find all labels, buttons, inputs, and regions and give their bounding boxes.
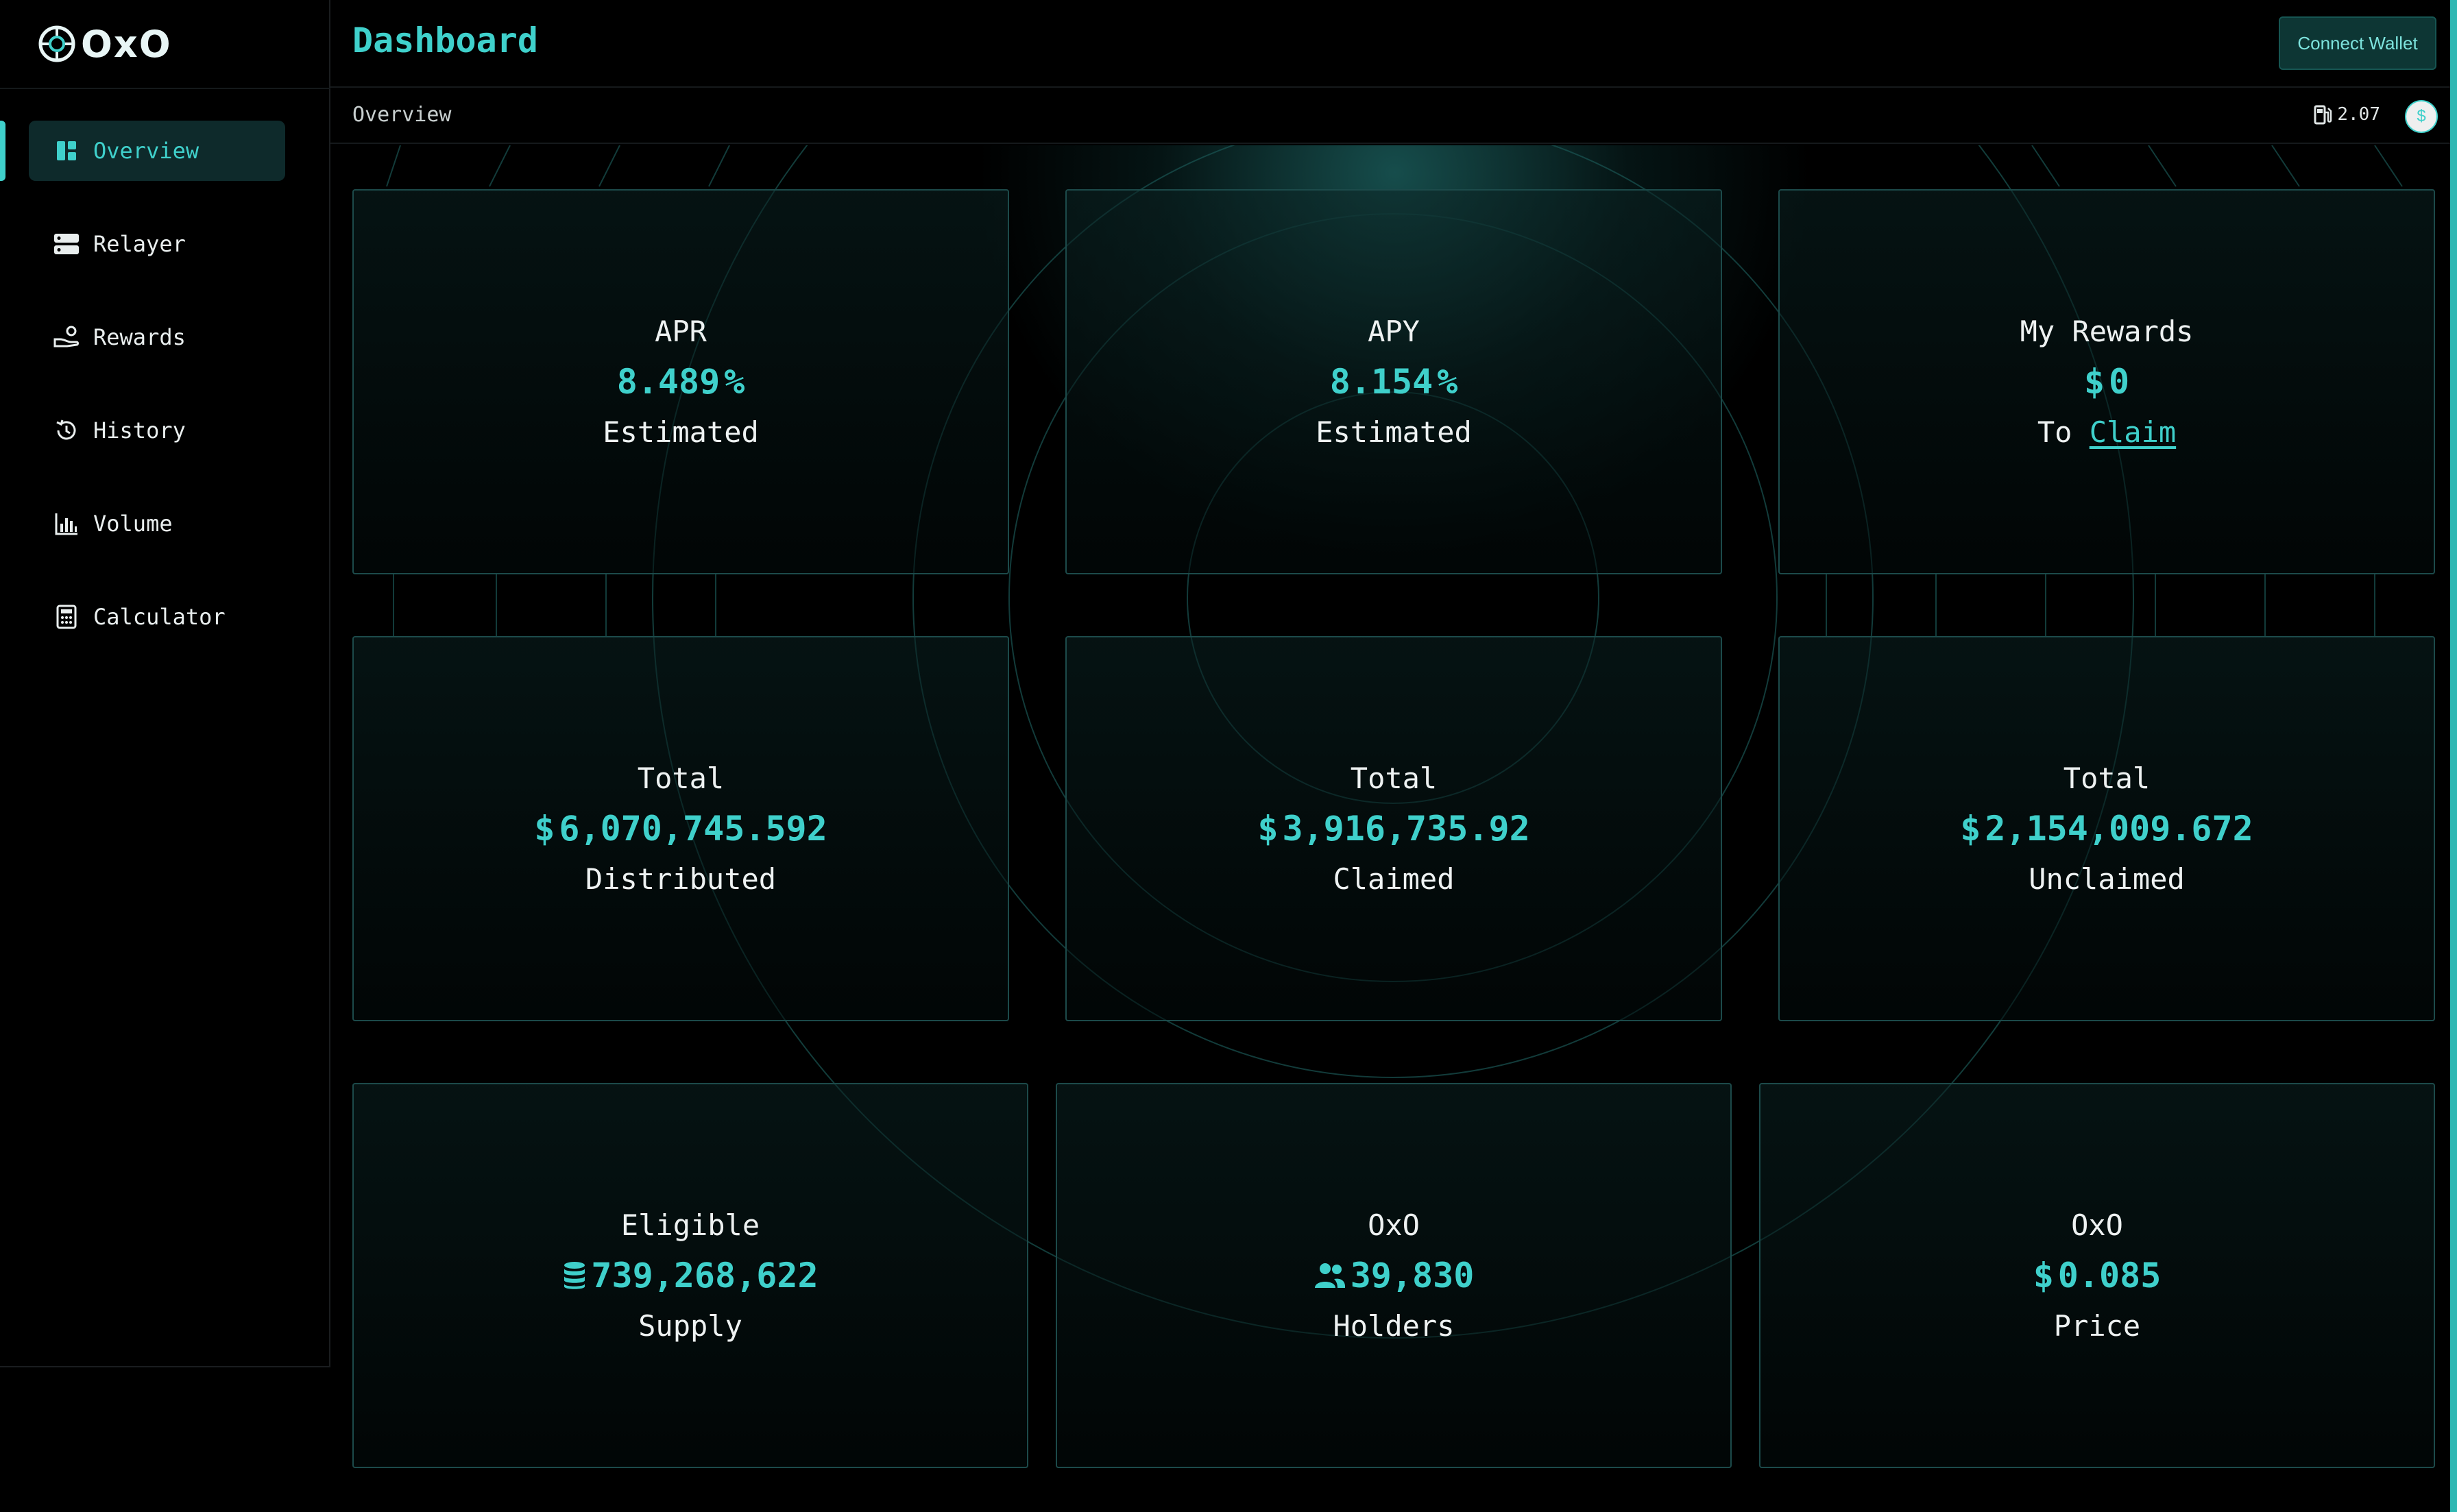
scrollbar[interactable] (2450, 0, 2457, 1512)
sidebar-item-relayer[interactable]: Relayer (0, 214, 330, 274)
card-value: $3,916,735.92 (1257, 809, 1529, 849)
price-card: OxO $0.085 Price (1759, 1083, 2435, 1468)
app-logo[interactable]: OxO (37, 22, 172, 66)
card-value: $6,070,745.592 (534, 809, 827, 849)
sidebar-item-volume[interactable]: Volume (0, 493, 330, 554)
sidebar-item-calculator[interactable]: Calculator (0, 587, 330, 647)
card-title: Total (637, 761, 725, 795)
bar-chart-icon (53, 511, 80, 537)
card-caption: Holders (1333, 1309, 1455, 1343)
sidebar-item-label: History (93, 417, 186, 443)
apy-card: APY 8.154% Estimated (1065, 189, 1722, 574)
value-number: 739,268,622 (591, 1256, 819, 1295)
my-rewards-card: My Rewards $0 To Claim (1778, 189, 2435, 574)
card-value: $0 (2084, 362, 2129, 402)
total-unclaimed-card: Total $2,154,009.672 Unclaimed (1778, 636, 2435, 1021)
card-title: Total (2063, 761, 2151, 795)
brain-gear-icon (37, 24, 77, 64)
connect-wallet-button[interactable]: Connect Wallet (2279, 16, 2436, 70)
page-title: Dashboard (352, 21, 538, 60)
card-value: $0.085 (2033, 1256, 2162, 1295)
sidebar-item-label: Rewards (93, 324, 186, 350)
gas-value: 2.07 (2337, 104, 2380, 125)
active-indicator (0, 121, 5, 181)
card-value: 39,830 (1314, 1256, 1475, 1295)
card-caption: Estimated (603, 415, 759, 449)
card-title: APY (1368, 315, 1420, 348)
card-caption: Supply (638, 1309, 742, 1343)
total-distributed-card: Total $6,070,745.592 Distributed (352, 636, 1009, 1021)
value-prefix: $ (534, 809, 555, 849)
server-icon (53, 231, 80, 257)
value-number: 0.085 (2057, 1256, 2162, 1295)
card-value: 739,268,622 (562, 1256, 819, 1295)
fuel-pump-icon (2314, 104, 2333, 125)
value-number: 6,070,745.592 (559, 809, 827, 849)
value-prefix: $ (1257, 809, 1279, 849)
sidebar-item-rewards[interactable]: Rewards (0, 307, 330, 367)
eligible-supply-card: Eligible 739,268,622 Supply (352, 1083, 1028, 1468)
value-prefix: $ (2033, 1256, 2054, 1295)
sidebar-item-label: Volume (93, 511, 173, 537)
value-number: 8.489 (616, 362, 721, 402)
card-title: OxO (1368, 1208, 1420, 1242)
apr-card: APR 8.489% Estimated (352, 189, 1009, 574)
card-value: 8.489% (617, 362, 745, 402)
card-caption: Estimated (1316, 415, 1472, 449)
value-number: 8.154 (1329, 362, 1433, 402)
sidebar-item-label: Relayer (93, 231, 186, 257)
holders-card: OxO 39,830 Holders (1056, 1083, 1732, 1468)
dashboard-icon (53, 138, 80, 164)
value-prefix: $ (2083, 362, 2105, 402)
breadcrumb: Overview (352, 103, 452, 127)
card-title: OxO (2071, 1208, 2123, 1242)
coin-stack-icon (562, 1260, 587, 1291)
card-title: Eligible (620, 1208, 760, 1242)
currency-toggle-button[interactable]: $ (2405, 100, 2438, 133)
card-caption: Distributed (585, 862, 777, 896)
claim-link[interactable]: Claim (2090, 415, 2176, 449)
value-suffix: % (1437, 362, 1458, 402)
card-title: Total (1350, 761, 1438, 795)
value-number: 39,830 (1350, 1256, 1475, 1295)
sub-header: Overview 2.07 $ (330, 89, 2457, 144)
sidebar-divider (0, 88, 330, 89)
card-caption: Unclaimed (2029, 862, 2185, 896)
card-caption: Price (2053, 1309, 2141, 1343)
value-number: 2,154,009.672 (1985, 809, 2253, 849)
card-title: My Rewards (2020, 315, 2194, 348)
sidebar-item-overview[interactable]: Overview (0, 121, 330, 181)
value-number: 3,916,735.92 (1282, 809, 1530, 849)
users-icon (1314, 1262, 1346, 1289)
value-number: 0 (2109, 362, 2130, 402)
sidebar-item-label: Calculator (93, 604, 226, 630)
card-caption: Claimed (1333, 862, 1455, 896)
sidebar-nav: Overview Relayer Rewards History Volume (0, 121, 330, 680)
card-caption: To Claim (2037, 415, 2176, 449)
card-value: 8.154% (1330, 362, 1458, 402)
caption-prefix: To (2037, 415, 2072, 449)
sidebar-item-history[interactable]: History (0, 400, 330, 461)
top-header: Dashboard Connect Wallet (330, 0, 2457, 88)
value-suffix: % (724, 362, 745, 402)
calculator-icon (53, 604, 80, 630)
hand-coin-icon (53, 324, 80, 350)
logo-text: OxO (81, 22, 172, 66)
sidebar-item-label: Overview (93, 138, 199, 164)
card-value: $2,154,009.672 (1960, 809, 2253, 849)
total-claimed-card: Total $3,916,735.92 Claimed (1065, 636, 1722, 1021)
dashboard-main: APR 8.489% Estimated APY 8.154% Estimate… (332, 145, 2450, 1512)
value-prefix: $ (1960, 809, 1981, 849)
card-title: APR (655, 315, 707, 348)
history-icon (53, 417, 80, 443)
gas-price[interactable]: 2.07 (2314, 104, 2380, 125)
sidebar: OxO Overview Relayer Rewards History Vol… (0, 0, 330, 1367)
